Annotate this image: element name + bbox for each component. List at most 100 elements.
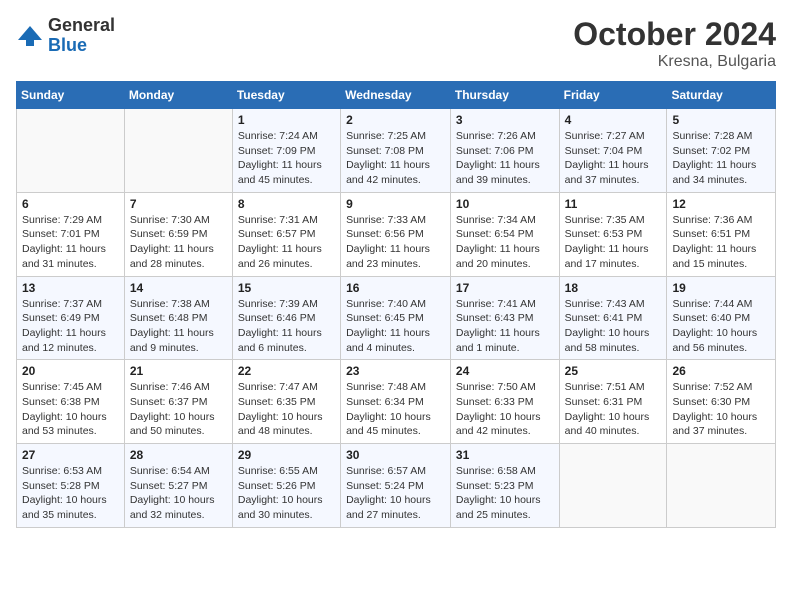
calendar-cell: 26 Sunrise: 7:52 AMSunset: 6:30 PMDayligh… <box>667 360 776 444</box>
column-header-friday: Friday <box>559 82 667 109</box>
day-number: 18 <box>565 281 662 295</box>
day-number: 7 <box>130 197 227 211</box>
day-info: Sunrise: 7:35 AMSunset: 6:53 PMDaylight:… <box>565 213 662 272</box>
month-year-title: October 2024 <box>573 16 776 53</box>
column-header-sunday: Sunday <box>17 82 125 109</box>
calendar-cell: 29 Sunrise: 6:55 AMSunset: 5:26 PMDayligh… <box>232 444 340 528</box>
day-number: 17 <box>456 281 554 295</box>
page-header: General Blue October 2024 Kresna, Bulgar… <box>16 16 776 71</box>
calendar-cell <box>17 109 125 193</box>
day-number: 30 <box>346 448 445 462</box>
calendar-cell: 2Sunrise: 7:25 AMSunset: 7:08 PMDaylight… <box>341 109 451 193</box>
day-number: 29 <box>238 448 335 462</box>
day-number: 24 <box>456 364 554 378</box>
day-number: 15 <box>238 281 335 295</box>
day-number: 4 <box>565 113 662 127</box>
calendar-cell: 12Sunrise: 7:36 AMSunset: 6:51 PMDayligh… <box>667 192 776 276</box>
day-info: Sunrise: 7:51 AMSunset: 6:31 PMDaylight:… <box>565 380 662 439</box>
day-info: Sunrise: 7:28 AMSunset: 7:02 PMDaylight:… <box>672 129 770 188</box>
day-number: 8 <box>238 197 335 211</box>
day-info: Sunrise: 6:58 AMSunset: 5:23 PMDaylight:… <box>456 464 554 523</box>
header-row: SundayMondayTuesdayWednesdayThursdayFrid… <box>17 82 776 109</box>
title-block: October 2024 Kresna, Bulgaria <box>573 16 776 71</box>
day-info: Sunrise: 7:24 AMSunset: 7:09 PMDaylight:… <box>238 129 335 188</box>
logo-general-text: General <box>48 16 115 36</box>
day-info: Sunrise: 7:41 AMSunset: 6:43 PMDaylight:… <box>456 297 554 356</box>
day-info: Sunrise: 7:46 AMSunset: 6:37 PMDaylight:… <box>130 380 227 439</box>
week-row-2: 6 Sunrise: 7:29 AMSunset: 7:01 PMDaylight… <box>17 192 776 276</box>
calendar-cell: 4 Sunrise: 7:27 AMSunset: 7:04 PMDaylight… <box>559 109 667 193</box>
day-info: Sunrise: 7:39 AMSunset: 6:46 PMDaylight:… <box>238 297 335 356</box>
day-number: 31 <box>456 448 554 462</box>
day-number: 27 <box>22 448 119 462</box>
day-info: Sunrise: 7:43 AMSunset: 6:41 PMDaylight:… <box>565 297 662 356</box>
day-number: 13 <box>22 281 119 295</box>
calendar-cell: 23Sunrise: 7:48 AMSunset: 6:34 PMDayligh… <box>341 360 451 444</box>
column-header-thursday: Thursday <box>450 82 559 109</box>
calendar-cell: 31 Sunrise: 6:58 AMSunset: 5:23 PMDayligh… <box>450 444 559 528</box>
calendar-cell: 15 Sunrise: 7:39 AMSunset: 6:46 PMDayligh… <box>232 276 340 360</box>
day-number: 5 <box>672 113 770 127</box>
day-info: Sunrise: 7:52 AMSunset: 6:30 PMDaylight:… <box>672 380 770 439</box>
location-subtitle: Kresna, Bulgaria <box>573 53 776 71</box>
week-row-4: 20Sunrise: 7:45 AMSunset: 6:38 PMDayligh… <box>17 360 776 444</box>
day-number: 11 <box>565 197 662 211</box>
calendar-cell: 11 Sunrise: 7:35 AMSunset: 6:53 PMDayligh… <box>559 192 667 276</box>
calendar-table: SundayMondayTuesdayWednesdayThursdayFrid… <box>16 81 776 528</box>
calendar-cell: 14 Sunrise: 7:38 AMSunset: 6:48 PMDayligh… <box>124 276 232 360</box>
day-number: 26 <box>672 364 770 378</box>
calendar-cell: 7 Sunrise: 7:30 AMSunset: 6:59 PMDaylight… <box>124 192 232 276</box>
column-header-monday: Monday <box>124 82 232 109</box>
calendar-cell: 17 Sunrise: 7:41 AMSunset: 6:43 PMDayligh… <box>450 276 559 360</box>
day-info: Sunrise: 7:27 AMSunset: 7:04 PMDaylight:… <box>565 129 662 188</box>
column-header-tuesday: Tuesday <box>232 82 340 109</box>
logo-blue-text: Blue <box>48 36 115 56</box>
calendar-cell: 20Sunrise: 7:45 AMSunset: 6:38 PMDayligh… <box>17 360 125 444</box>
day-info: Sunrise: 7:45 AMSunset: 6:38 PMDaylight:… <box>22 380 119 439</box>
day-info: Sunrise: 7:38 AMSunset: 6:48 PMDaylight:… <box>130 297 227 356</box>
logo-text: General Blue <box>48 16 115 56</box>
day-number: 3 <box>456 113 554 127</box>
day-info: Sunrise: 7:29 AMSunset: 7:01 PMDaylight:… <box>22 213 119 272</box>
calendar-cell <box>124 109 232 193</box>
day-info: Sunrise: 7:48 AMSunset: 6:34 PMDaylight:… <box>346 380 445 439</box>
day-info: Sunrise: 6:54 AMSunset: 5:27 PMDaylight:… <box>130 464 227 523</box>
day-info: Sunrise: 7:44 AMSunset: 6:40 PMDaylight:… <box>672 297 770 356</box>
calendar-cell: 28 Sunrise: 6:54 AMSunset: 5:27 PMDayligh… <box>124 444 232 528</box>
calendar-cell: 1 Sunrise: 7:24 AMSunset: 7:09 PMDaylight… <box>232 109 340 193</box>
day-number: 2 <box>346 113 445 127</box>
calendar-cell: 22Sunrise: 7:47 AMSunset: 6:35 PMDayligh… <box>232 360 340 444</box>
calendar-cell <box>559 444 667 528</box>
column-header-saturday: Saturday <box>667 82 776 109</box>
day-number: 19 <box>672 281 770 295</box>
calendar-cell: 18 Sunrise: 7:43 AMSunset: 6:41 PMDayligh… <box>559 276 667 360</box>
day-info: Sunrise: 7:37 AMSunset: 6:49 PMDaylight:… <box>22 297 119 356</box>
day-number: 6 <box>22 197 119 211</box>
calendar-cell: 30Sunrise: 6:57 AMSunset: 5:24 PMDayligh… <box>341 444 451 528</box>
week-row-3: 13 Sunrise: 7:37 AMSunset: 6:49 PMDayligh… <box>17 276 776 360</box>
calendar-cell: 16Sunrise: 7:40 AMSunset: 6:45 PMDayligh… <box>341 276 451 360</box>
calendar-cell: 19 Sunrise: 7:44 AMSunset: 6:40 PMDayligh… <box>667 276 776 360</box>
day-info: Sunrise: 7:50 AMSunset: 6:33 PMDaylight:… <box>456 380 554 439</box>
day-info: Sunrise: 7:31 AMSunset: 6:57 PMDaylight:… <box>238 213 335 272</box>
day-info: Sunrise: 6:55 AMSunset: 5:26 PMDaylight:… <box>238 464 335 523</box>
calendar-cell: 24 Sunrise: 7:50 AMSunset: 6:33 PMDayligh… <box>450 360 559 444</box>
day-number: 10 <box>456 197 554 211</box>
calendar-cell: 9Sunrise: 7:33 AMSunset: 6:56 PMDaylight… <box>341 192 451 276</box>
week-row-5: 27 Sunrise: 6:53 AMSunset: 5:28 PMDayligh… <box>17 444 776 528</box>
calendar-cell: 27 Sunrise: 6:53 AMSunset: 5:28 PMDayligh… <box>17 444 125 528</box>
calendar-cell: 5 Sunrise: 7:28 AMSunset: 7:02 PMDaylight… <box>667 109 776 193</box>
day-number: 1 <box>238 113 335 127</box>
day-info: Sunrise: 7:36 AMSunset: 6:51 PMDaylight:… <box>672 213 770 272</box>
calendar-cell: 21Sunrise: 7:46 AMSunset: 6:37 PMDayligh… <box>124 360 232 444</box>
day-info: Sunrise: 6:53 AMSunset: 5:28 PMDaylight:… <box>22 464 119 523</box>
column-header-wednesday: Wednesday <box>341 82 451 109</box>
calendar-cell: 13 Sunrise: 7:37 AMSunset: 6:49 PMDayligh… <box>17 276 125 360</box>
day-number: 28 <box>130 448 227 462</box>
logo: General Blue <box>16 16 115 56</box>
day-info: Sunrise: 7:30 AMSunset: 6:59 PMDaylight:… <box>130 213 227 272</box>
day-number: 14 <box>130 281 227 295</box>
day-number: 25 <box>565 364 662 378</box>
calendar-cell: 25 Sunrise: 7:51 AMSunset: 6:31 PMDayligh… <box>559 360 667 444</box>
calendar-cell: 6 Sunrise: 7:29 AMSunset: 7:01 PMDaylight… <box>17 192 125 276</box>
